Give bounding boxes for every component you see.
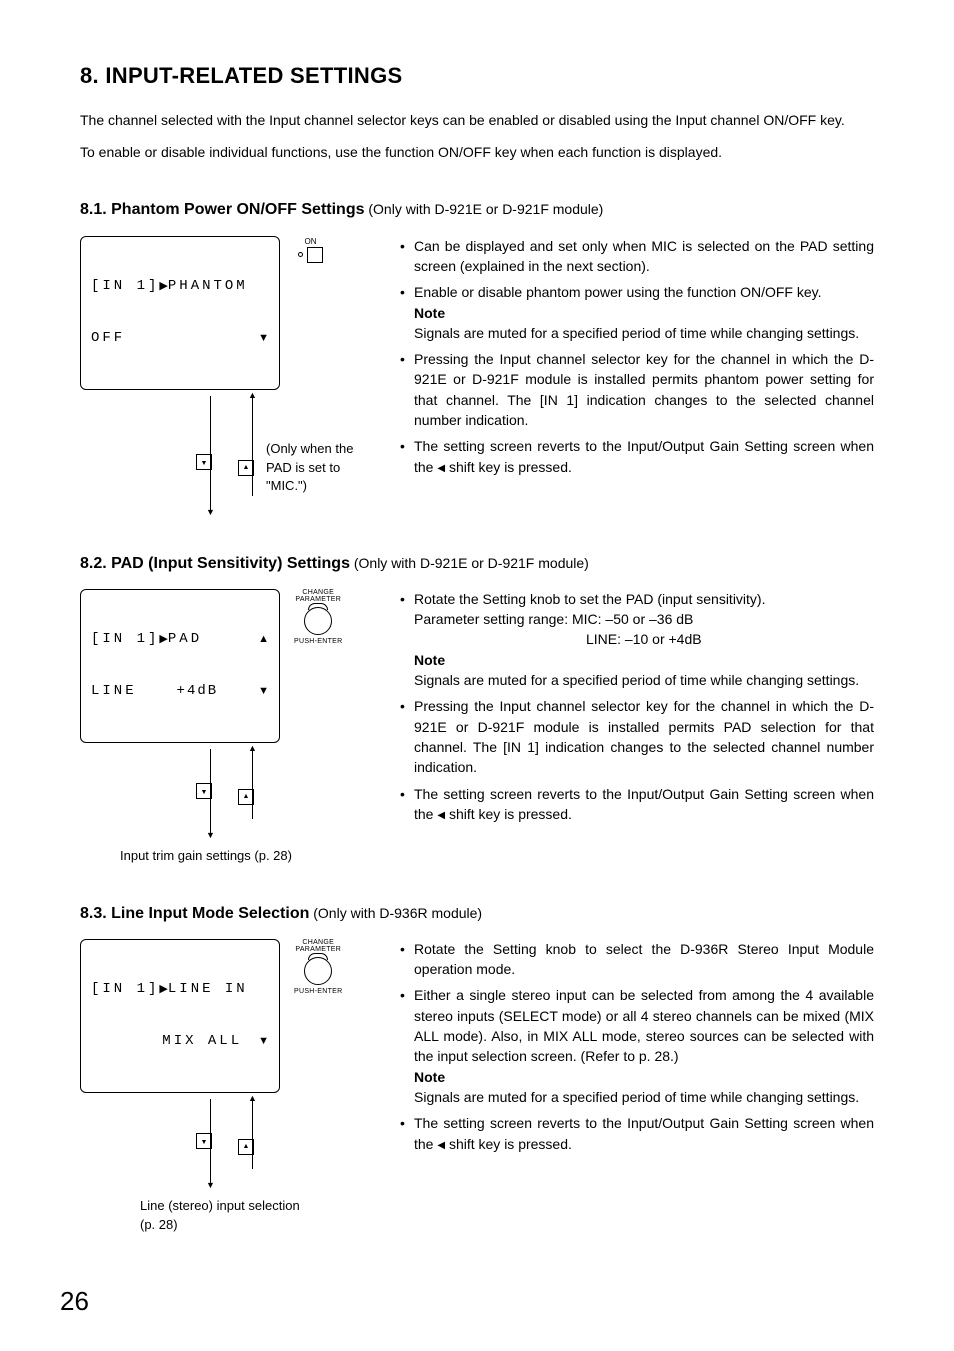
bullet: Pressing the Input channel selector key …	[400, 696, 874, 777]
bullet: Either a single stereo input can be sele…	[400, 985, 874, 1107]
page-title: 8. INPUT-RELATED SETTINGS	[80, 60, 874, 92]
change-parameter-knob: CHANGE PARAMETER PUSH-ENTER	[294, 589, 343, 647]
bullet: Enable or disable phantom power using th…	[400, 282, 874, 343]
bullet: The setting screen reverts to the Input/…	[400, 436, 874, 477]
shift-down-icon	[196, 783, 212, 799]
section-8-3-module: (Only with D-936R module)	[309, 905, 482, 921]
bullet: The setting screen reverts to the Input/…	[400, 784, 874, 825]
section-8-2-heading: 8.2. PAD (Input Sensitivity) Settings	[80, 555, 350, 572]
bullet: Can be displayed and set only when MIC i…	[400, 236, 874, 277]
section-8-1-heading: 8.1. Phantom Power ON/OFF Settings	[80, 201, 364, 218]
lcd-screen-pad: [IN 1]▶PAD▲ LINE+4dB▼	[80, 589, 280, 743]
page-number: 26	[60, 1283, 89, 1321]
left-triangle-icon: ◀	[437, 1140, 445, 1151]
shift-up-icon	[238, 789, 254, 805]
lcd-screen-line-in: [IN 1]▶LINE IN MIX ALL▼	[80, 939, 280, 1093]
bullet: Rotate the Setting knob to set the PAD (…	[400, 589, 874, 690]
intro-paragraph-2: To enable or disable individual function…	[80, 142, 874, 162]
bullet: Pressing the Input channel selector key …	[400, 349, 874, 430]
left-triangle-icon: ◀	[437, 810, 445, 821]
intro-paragraph-1: The channel selected with the Input chan…	[80, 110, 874, 130]
change-parameter-knob: CHANGE PARAMETER PUSH-ENTER	[294, 939, 343, 997]
section-8-1-module: (Only with D-921E or D-921F module)	[364, 201, 603, 217]
caption-line-select: Line (stereo) input selection (p. 28)	[140, 1197, 310, 1235]
bullet: The setting screen reverts to the Input/…	[400, 1113, 874, 1154]
bullet: Rotate the Setting knob to select the D-…	[400, 939, 874, 980]
shift-up-icon	[238, 1139, 254, 1155]
only-mic-note: (Only when the PAD is set to "MIC.")	[266, 440, 376, 497]
section-8-2-module: (Only with D-921E or D-921F module)	[350, 555, 589, 571]
shift-down-icon	[196, 454, 212, 470]
section-8-3-heading: 8.3. Line Input Mode Selection	[80, 905, 309, 922]
caption-trim-gain: Input trim gain settings (p. 28)	[120, 847, 320, 866]
on-indicator: ON	[298, 236, 323, 264]
left-triangle-icon: ◀	[437, 463, 445, 474]
shift-up-icon	[238, 460, 254, 476]
shift-down-icon	[196, 1133, 212, 1149]
lcd-screen-phantom: [IN 1]▶PHANTOM OFF▼	[80, 236, 280, 390]
